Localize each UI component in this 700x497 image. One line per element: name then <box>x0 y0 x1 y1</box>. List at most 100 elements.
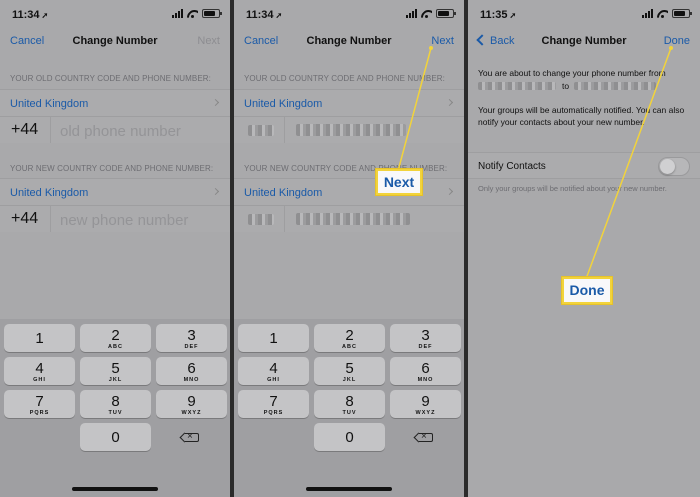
key-8[interactable]: 8 TUV <box>80 390 151 418</box>
divider <box>284 206 285 232</box>
signal-icon <box>172 9 183 18</box>
redacted-old-number[interactable] <box>296 124 406 136</box>
numeric-keypad: 1 2 ABC 3 DEF 4 GHI 5 JKL 6 MNO 7 PQRS 8 TUV 9W… <box>234 319 464 497</box>
key-7[interactable]: 7 PQRS <box>238 390 309 418</box>
key-digit: 2 <box>111 327 120 344</box>
delete-key[interactable] <box>156 423 227 451</box>
next-button-disabled[interactable]: Next <box>197 35 220 47</box>
key-9[interactable]: 9 WXYZ <box>390 390 461 418</box>
new-phone-input[interactable]: new phone number <box>60 212 188 229</box>
key-letters: MNO <box>417 377 434 383</box>
screen-change-number-confirm: 11:35 ➚ Back Change Number Done You are a… <box>468 0 700 497</box>
key-6[interactable]: 6 MNO <box>390 357 461 385</box>
old-country-code: +44 <box>11 121 39 138</box>
status-time: 11:34 ➚ <box>12 9 49 21</box>
notify-contacts-toggle[interactable] <box>658 157 690 176</box>
next-button[interactable]: Next <box>431 35 454 47</box>
old-country-select[interactable]: United Kingdom <box>0 89 230 116</box>
key-letters: GHI <box>33 377 46 383</box>
key-letters: JKL <box>108 377 123 383</box>
old-phone-row[interactable] <box>234 116 464 143</box>
key-digit: 0 <box>345 429 354 446</box>
home-indicator <box>306 487 392 491</box>
battery-icon <box>672 9 692 18</box>
key-digit: 9 <box>187 393 196 410</box>
old-country-select[interactable]: United Kingdom <box>234 89 464 116</box>
backspace-icon <box>419 431 433 442</box>
old-country-name: United Kingdom <box>244 98 323 110</box>
key-0[interactable]: 0 <box>80 423 151 451</box>
key-letters: DEF <box>418 344 433 350</box>
done-button[interactable]: Done <box>664 35 690 47</box>
key-digit: 7 <box>269 393 278 410</box>
key-letters: TUV <box>342 410 357 416</box>
key-letters: PQRS <box>29 410 50 416</box>
key-digit: 4 <box>35 360 44 377</box>
redacted-country-code <box>248 125 274 136</box>
key-0[interactable]: 0 <box>314 423 385 451</box>
to-text: to <box>562 81 570 91</box>
wifi-icon <box>657 9 668 18</box>
key-digit: 2 <box>345 327 354 344</box>
new-country-name: United Kingdom <box>10 187 89 199</box>
back-button[interactable]: Back <box>476 34 515 47</box>
key-digit: 8 <box>345 393 354 410</box>
done-callout: Done <box>562 277 612 304</box>
change-message: You are about to change your phone numbe… <box>478 67 690 92</box>
cancel-button[interactable]: Cancel <box>10 35 44 47</box>
status-bar: 11:34 ➚ <box>0 0 230 26</box>
key-9[interactable]: 9 WXYZ <box>156 390 227 418</box>
key-4[interactable]: 4 GHI <box>4 357 75 385</box>
old-phone-row[interactable]: +44 old phone number <box>0 116 230 143</box>
new-country-select[interactable]: United Kingdom <box>0 178 230 205</box>
key-digit: 6 <box>187 360 196 377</box>
key-letters: GHI <box>267 377 280 383</box>
key-3[interactable]: 3 DEF <box>390 324 461 352</box>
key-digit: 8 <box>111 393 120 410</box>
divider <box>50 117 51 143</box>
new-phone-row[interactable]: +44 new phone number <box>0 205 230 232</box>
redacted-new-number[interactable] <box>296 213 410 225</box>
key-6[interactable]: 6 MNO <box>156 357 227 385</box>
key-5[interactable]: 5 JKL <box>314 357 385 385</box>
key-digit: 5 <box>345 360 354 377</box>
wifi-icon <box>187 9 198 18</box>
key-letters: DEF <box>184 344 199 350</box>
divider <box>284 117 285 143</box>
key-4[interactable]: 4 GHI <box>238 357 309 385</box>
screen-change-number-empty: 11:34 ➚ Cancel Change Number Next YOUR OL… <box>0 0 230 497</box>
key-letters: PQRS <box>263 410 284 416</box>
new-country-select[interactable]: United Kingdom <box>234 178 464 205</box>
home-indicator <box>72 487 158 491</box>
redacted-country-code <box>248 214 274 225</box>
key-3[interactable]: 3 DEF <box>156 324 227 352</box>
status-time: 11:34 ➚ <box>246 9 283 21</box>
key-2[interactable]: 2 ABC <box>80 324 151 352</box>
key-7[interactable]: 7 PQRS <box>4 390 75 418</box>
notify-contacts-label: Notify Contacts <box>478 161 546 172</box>
screen-change-number-filled: 11:34 ➚ Cancel Change Number Next YOUR OL… <box>234 0 464 497</box>
key-1[interactable]: 1 <box>4 324 75 352</box>
back-label: Back <box>490 35 515 47</box>
key-letters: WXYZ <box>415 410 436 416</box>
key-letters: MNO <box>183 377 200 383</box>
key-5[interactable]: 5 JKL <box>80 357 151 385</box>
key-2[interactable]: 2 ABC <box>314 324 385 352</box>
old-phone-input[interactable]: old phone number <box>60 123 181 140</box>
key-letters: JKL <box>342 377 357 383</box>
key-8[interactable]: 8 TUV <box>314 390 385 418</box>
chevron-left-icon <box>476 34 488 46</box>
groups-message: Your groups will be automatically notifi… <box>478 105 685 127</box>
old-country-name: United Kingdom <box>10 98 89 110</box>
delete-key[interactable] <box>390 423 461 451</box>
key-1[interactable]: 1 <box>238 324 309 352</box>
new-number-label: YOUR NEW COUNTRY CODE AND PHONE NUMBER: <box>10 164 214 173</box>
key-digit: 7 <box>35 393 44 410</box>
status-time: 11:35 ➚ <box>480 9 517 21</box>
divider <box>50 206 51 232</box>
key-digit: 1 <box>269 330 278 347</box>
location-icon: ➚ <box>41 11 49 20</box>
cancel-button[interactable]: Cancel <box>244 35 278 47</box>
new-phone-row[interactable] <box>234 205 464 232</box>
notify-note: Only your groups will be notified about … <box>478 184 667 193</box>
